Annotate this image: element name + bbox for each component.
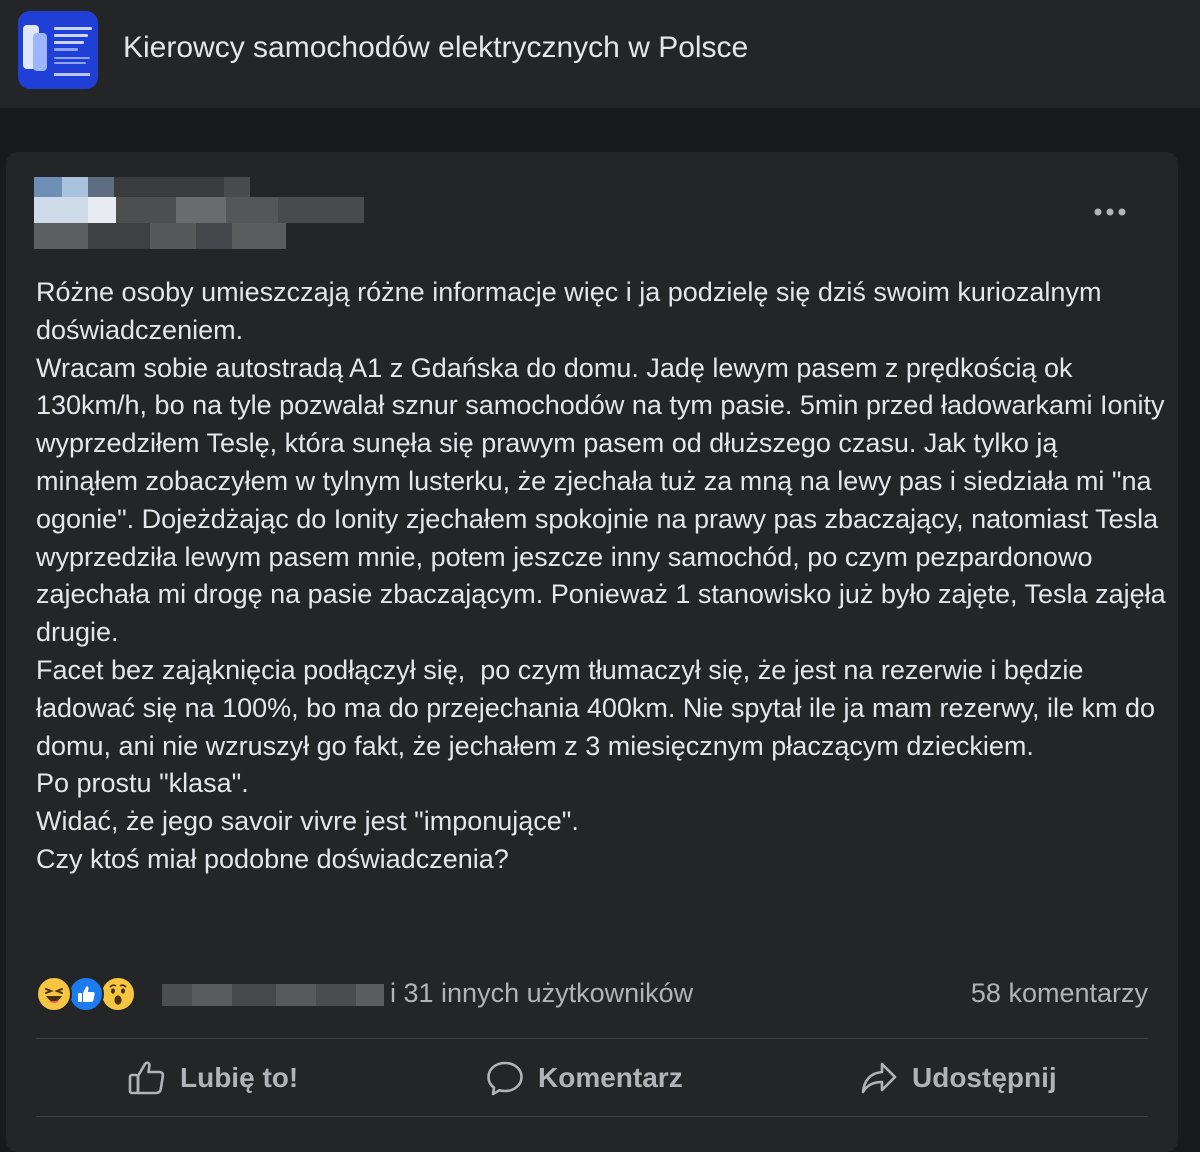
thumbnail-logos <box>54 73 90 76</box>
pixelated-reactor-names <box>162 984 384 1006</box>
more-horizontal-icon <box>1094 208 1126 216</box>
post-paragraph: Różne osoby umieszczają różne informacje… <box>36 277 1109 345</box>
reaction-summary[interactable] <box>36 974 136 1014</box>
speech-bubble-icon <box>487 1061 523 1096</box>
share-button[interactable]: Udostępnij <box>860 1042 1057 1114</box>
post-card: Różne osoby umieszczają różne informacje… <box>6 152 1178 1152</box>
share-button-label: Udostępnij <box>912 1062 1057 1093</box>
like-reaction-icon <box>68 976 104 1012</box>
action-bar-divider <box>36 1038 1148 1039</box>
thumbnail-text-line <box>54 48 78 51</box>
phone-graphic-secondary <box>33 33 47 71</box>
thumbnail-text-line <box>54 41 84 44</box>
comment-button[interactable]: Komentarz <box>486 1042 683 1114</box>
post-body: Różne osoby umieszczają różne informacje… <box>36 274 1166 879</box>
thumbnail-text-line <box>54 62 86 64</box>
group-title[interactable]: Kierowcy samochodów elektrycznych w Pols… <box>123 31 748 65</box>
post-paragraph: Po prostu "klasa". <box>36 768 249 799</box>
post-paragraph: Wracam sobie autostradą A1 z Gdańska do … <box>36 352 1174 648</box>
pixelated-author-name <box>34 177 364 252</box>
like-button[interactable]: Lubię to! <box>128 1042 298 1114</box>
comments-count[interactable]: 58 komentarzy <box>971 978 1148 1009</box>
thumbs-up-icon <box>128 1061 165 1095</box>
reactions-others-text[interactable]: i 31 innych użytkowników <box>390 978 693 1009</box>
wow-reaction-icon <box>100 976 136 1012</box>
group-header: Kierowcy samochodów elektrycznych w Pols… <box>0 0 1200 108</box>
post-paragraph: Facet bez zająknięcia podłączył się, po … <box>36 654 1163 761</box>
haha-reaction-icon <box>36 976 72 1012</box>
like-button-label: Lubię to! <box>180 1062 299 1093</box>
thumbnail-text-line <box>54 57 90 59</box>
bottom-divider <box>36 1116 1148 1117</box>
thumbnail-text-line <box>54 34 88 37</box>
post-paragraph: Czy ktoś miał podobne doświadczenia? <box>36 843 509 874</box>
comment-button-label: Komentarz <box>538 1062 683 1093</box>
share-arrow-icon <box>861 1062 897 1094</box>
thumbnail-text-line <box>54 27 92 30</box>
group-thumbnail[interactable] <box>18 11 98 89</box>
post-paragraph: Widać, że jego savoir vivre jest "imponu… <box>36 806 579 837</box>
more-options-button[interactable] <box>1092 194 1128 230</box>
